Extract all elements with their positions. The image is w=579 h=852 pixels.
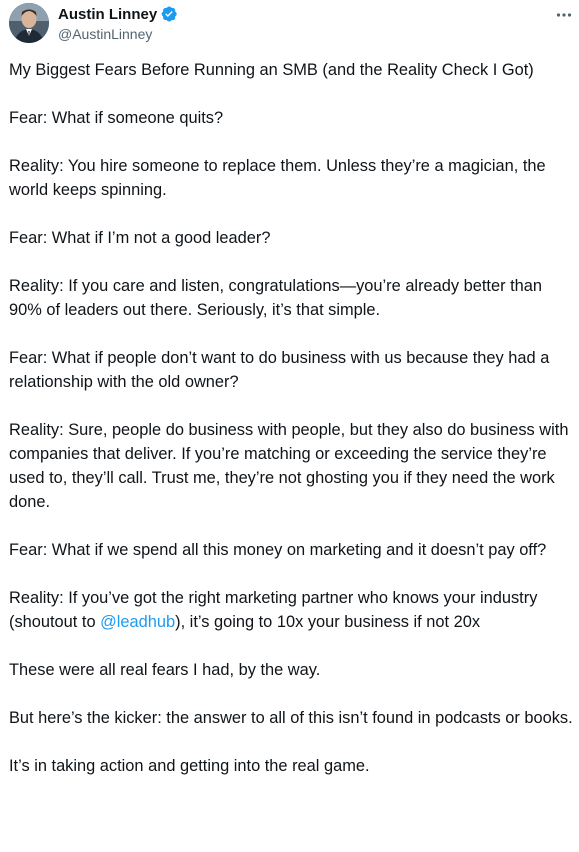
tweet-paragraph: But here’s the kicker: the answer to all… bbox=[9, 709, 573, 727]
handle[interactable]: @AustinLinney bbox=[58, 25, 178, 43]
tweet-paragraph: Reality: If you’ve got the right marketi… bbox=[9, 586, 575, 634]
tweet-paragraph: Fear: What if we spend all this money on… bbox=[9, 541, 547, 559]
profile-photo-icon bbox=[9, 3, 49, 43]
tweet-header: Austin Linney @AustinLinney bbox=[9, 3, 574, 45]
more-horizontal-icon[interactable] bbox=[554, 5, 574, 25]
verified-badge-icon bbox=[161, 6, 177, 22]
display-row: Austin Linney bbox=[58, 3, 178, 25]
tweet-text: My Biggest Fears Before Running an SMB (… bbox=[9, 58, 575, 802]
author-names: Austin Linney @AustinLinney bbox=[58, 3, 178, 43]
avatar[interactable] bbox=[9, 3, 49, 43]
tweet-paragraph: Reality: You hire someone to replace the… bbox=[9, 157, 546, 199]
tweet: Austin Linney @AustinLinney My Biggest F… bbox=[0, 0, 579, 852]
paragraph-text: ), it’s going to 10x your business if no… bbox=[175, 613, 481, 631]
tweet-paragraph: Reality: If you care and listen, congrat… bbox=[9, 277, 542, 319]
tweet-paragraph: These were all real fears I had, by the … bbox=[9, 661, 321, 679]
tweet-paragraph: Reality: Sure, people do business with p… bbox=[9, 421, 569, 511]
tweet-paragraph: My Biggest Fears Before Running an SMB (… bbox=[9, 61, 534, 79]
tweet-paragraph: Fear: What if I’m not a good leader? bbox=[9, 229, 271, 247]
tweet-paragraph: Fear: What if someone quits? bbox=[9, 109, 224, 127]
mention-link[interactable]: @leadhub bbox=[100, 613, 175, 631]
tweet-paragraph: It’s in taking action and getting into t… bbox=[9, 757, 370, 775]
tweet-paragraph: Fear: What if people don’t want to do bu… bbox=[9, 349, 550, 391]
display-name[interactable]: Austin Linney bbox=[58, 6, 157, 23]
